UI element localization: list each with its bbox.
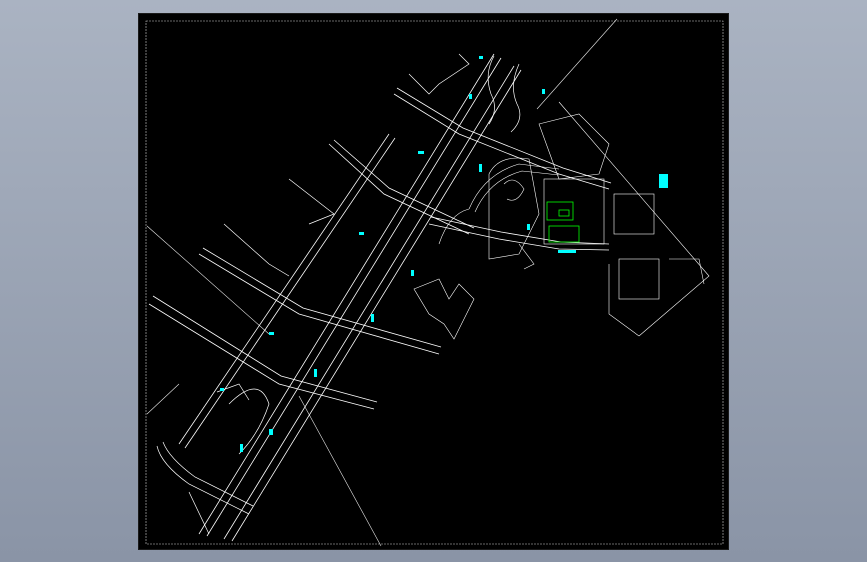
drawing-frame (145, 20, 724, 545)
legend-marker (659, 174, 668, 188)
block-outline (613, 193, 655, 235)
reference-line (146, 225, 270, 335)
cross-street (152, 295, 378, 403)
block-outline (669, 258, 705, 285)
road-edge (178, 133, 390, 445)
annotation-markers (220, 56, 668, 452)
road-curve (474, 170, 560, 213)
annotation-marker (558, 250, 576, 253)
central-buildings (413, 163, 560, 340)
cross-street (396, 87, 612, 184)
block-outline (488, 157, 540, 260)
annotation-marker (418, 151, 424, 154)
annotation-marker (314, 369, 317, 377)
annotation-marker (411, 270, 414, 276)
annotation-marker (269, 429, 273, 435)
ne-district (488, 101, 710, 337)
reference-line (298, 395, 382, 547)
cross-streets (148, 87, 612, 410)
highlighted-buildings (546, 201, 580, 243)
road-edge (206, 57, 502, 537)
district-boundary (558, 101, 710, 337)
cross-street (393, 93, 610, 190)
road-edge (231, 69, 522, 542)
annotation-marker (542, 89, 545, 94)
river-outline (487, 55, 495, 125)
annotation-marker (359, 232, 364, 235)
site-plan-drawing (145, 18, 724, 547)
hatch-detail (503, 179, 525, 201)
reference-line (536, 18, 618, 110)
annotation-marker (220, 388, 224, 391)
cad-viewport[interactable] (0, 0, 867, 562)
drawing-sheet[interactable] (138, 13, 729, 550)
district-boundary (608, 264, 640, 337)
road-curve (468, 163, 560, 210)
annotation-marker (269, 332, 274, 335)
annotation-marker (479, 164, 482, 172)
ramp (188, 491, 210, 535)
building-outline (413, 278, 475, 340)
road-edge (223, 65, 515, 540)
hatch-detail (518, 243, 535, 270)
building-highlight (558, 209, 570, 217)
road-edge (198, 53, 495, 535)
annotation-marker (479, 56, 483, 59)
annotation-marker (469, 94, 472, 99)
annotation-marker (240, 444, 243, 452)
nw-outlines (223, 53, 521, 277)
block-outline (543, 178, 605, 245)
building-highlight (548, 225, 580, 243)
parcel-outline (288, 178, 335, 225)
reference-line (146, 383, 180, 415)
annotation-marker (527, 224, 530, 230)
reference-lines (146, 18, 618, 547)
block-outline (618, 258, 660, 300)
cross-street (202, 247, 442, 348)
block-outline (538, 113, 610, 180)
main-road (178, 53, 522, 542)
parcel-outline (223, 223, 290, 277)
parcel-outline (408, 53, 470, 95)
annotation-marker (371, 314, 374, 322)
building-outline (216, 383, 250, 401)
ramp (156, 445, 250, 515)
